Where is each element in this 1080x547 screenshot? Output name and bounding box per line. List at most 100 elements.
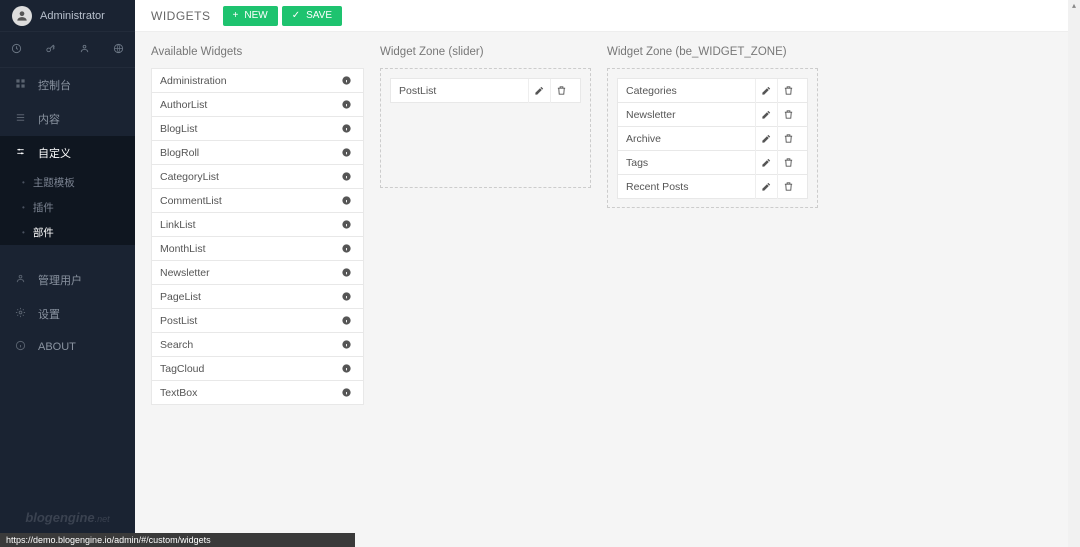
available-widget-row[interactable]: MonthList [151,236,364,261]
available-widget-row[interactable]: BlogRoll [151,140,364,165]
delete-icon[interactable] [777,127,799,151]
zone-widget-label: Categories [626,85,755,97]
username-label: Administrator [40,10,105,22]
widget-name-label: LinkList [160,219,337,231]
delete-icon[interactable] [777,103,799,127]
scroll-up-icon[interactable]: ▴ [1068,0,1080,12]
widget-name-label: BlogList [160,123,337,135]
nav-settings-label: 设置 [38,306,60,322]
info-icon[interactable] [337,216,355,234]
page-title: WIDGETS [151,9,211,23]
subnav-widgets[interactable]: 部件 [0,220,135,245]
zone-widget-row[interactable]: PostList [390,78,581,103]
subnav-themes[interactable]: 主题模板 [0,170,135,195]
zone-widget-row[interactable]: Recent Posts [617,174,808,199]
zone-widget-row[interactable]: Newsletter [617,102,808,127]
widget-name-label: MonthList [160,243,337,255]
widget-name-label: BlogRoll [160,147,337,159]
edit-icon[interactable] [755,79,777,103]
info-icon[interactable] [337,360,355,378]
info-icon[interactable] [337,144,355,162]
widget-name-label: Administration [160,75,337,87]
avatar[interactable] [12,6,32,26]
edit-icon[interactable] [755,127,777,151]
top-toolbar [0,32,135,68]
available-widget-row[interactable]: PageList [151,284,364,309]
save-button[interactable]: ✓ SAVE [282,6,342,26]
available-widget-row[interactable]: CommentList [151,188,364,213]
widget-name-label: PostList [160,315,337,327]
zone-slider-dropzone[interactable]: PostList [380,68,591,188]
delete-icon[interactable] [777,151,799,175]
delete-icon[interactable] [777,79,799,103]
nav-settings[interactable]: 设置 [0,297,135,331]
available-widget-row[interactable]: TagCloud [151,356,364,381]
sliders-icon [12,146,28,160]
available-widget-row[interactable]: PostList [151,308,364,333]
available-widget-row[interactable]: CategoryList [151,164,364,189]
gear-icon [12,307,28,321]
info-icon[interactable] [337,384,355,402]
zone-slider-title: Widget Zone (slider) [380,46,591,58]
nav-about[interactable]: ABOUT [0,331,135,363]
zone-main-column: Widget Zone (be_WIDGET_ZONE) CategoriesN… [607,46,818,208]
users-icon [12,273,28,287]
nav-content[interactable]: 内容 [0,102,135,136]
info-icon[interactable] [337,312,355,330]
edit-icon[interactable] [528,79,550,103]
nav: 控制台 内容 自定义 主题模板 插件 部件 管理用户 设置 ABOUT [0,68,135,363]
main: WIDGETS + NEW ✓ SAVE Available Widgets A… [135,0,1080,547]
available-widget-row[interactable]: LinkList [151,212,364,237]
nav-content-label: 内容 [38,111,60,127]
edit-icon[interactable] [755,151,777,175]
info-icon[interactable] [337,72,355,90]
avatar-user-icon [15,9,29,23]
widget-name-label: PageList [160,291,337,303]
nav-users[interactable]: 管理用户 [0,263,135,297]
zone-widget-row[interactable]: Archive [617,126,808,151]
available-widgets-list: Administration AuthorList BlogList BlogRoll… [151,68,364,405]
widget-name-label: TagCloud [160,363,337,375]
sidebar: Administrator 控制台 内容 自定义 主题模板 插件 部件 管理用户 [0,0,135,547]
edit-icon[interactable] [755,103,777,127]
clock-icon[interactable] [11,43,22,57]
globe-icon[interactable] [113,43,124,57]
nav-dashboard[interactable]: 控制台 [0,68,135,102]
edit-icon[interactable] [755,175,777,199]
info-icon[interactable] [337,264,355,282]
available-widget-row[interactable]: BlogList [151,116,364,141]
nav-dashboard-label: 控制台 [38,77,71,93]
available-widget-row[interactable]: Search [151,332,364,357]
sidebar-header: Administrator [0,0,135,32]
user-icon[interactable] [79,43,90,57]
nav-custom[interactable]: 自定义 [0,136,135,170]
new-button[interactable]: + NEW [223,6,278,26]
zone-widget-row[interactable]: Tags [617,150,808,175]
key-icon[interactable] [45,43,56,57]
delete-icon[interactable] [550,79,572,103]
widget-name-label: AuthorList [160,99,337,111]
delete-icon[interactable] [777,175,799,199]
available-widget-row[interactable]: AuthorList [151,92,364,117]
info-icon[interactable] [337,288,355,306]
brand-footer: blogengine.net [0,510,135,525]
available-widget-row[interactable]: TextBox [151,380,364,405]
zone-main-dropzone[interactable]: Categories NewsletterArchiveTagsRecent Po… [607,68,818,208]
scrollbar[interactable]: ▴ [1068,0,1080,547]
status-bar: https://demo.blogengine.io/admin/#/custo… [0,533,355,547]
info-icon[interactable] [337,192,355,210]
available-widget-row[interactable]: Newsletter [151,260,364,285]
available-widget-row[interactable]: Administration [151,68,364,93]
subnav-plugins[interactable]: 插件 [0,195,135,220]
plus-icon: + [233,10,239,21]
widget-name-label: TextBox [160,387,337,399]
widget-name-label: Newsletter [160,267,337,279]
widget-name-label: CategoryList [160,171,337,183]
zone-widget-row[interactable]: Categories [617,78,808,103]
info-icon[interactable] [337,240,355,258]
info-icon[interactable] [337,96,355,114]
nav-about-label: ABOUT [38,341,76,353]
info-icon[interactable] [337,120,355,138]
info-icon[interactable] [337,168,355,186]
info-icon[interactable] [337,336,355,354]
